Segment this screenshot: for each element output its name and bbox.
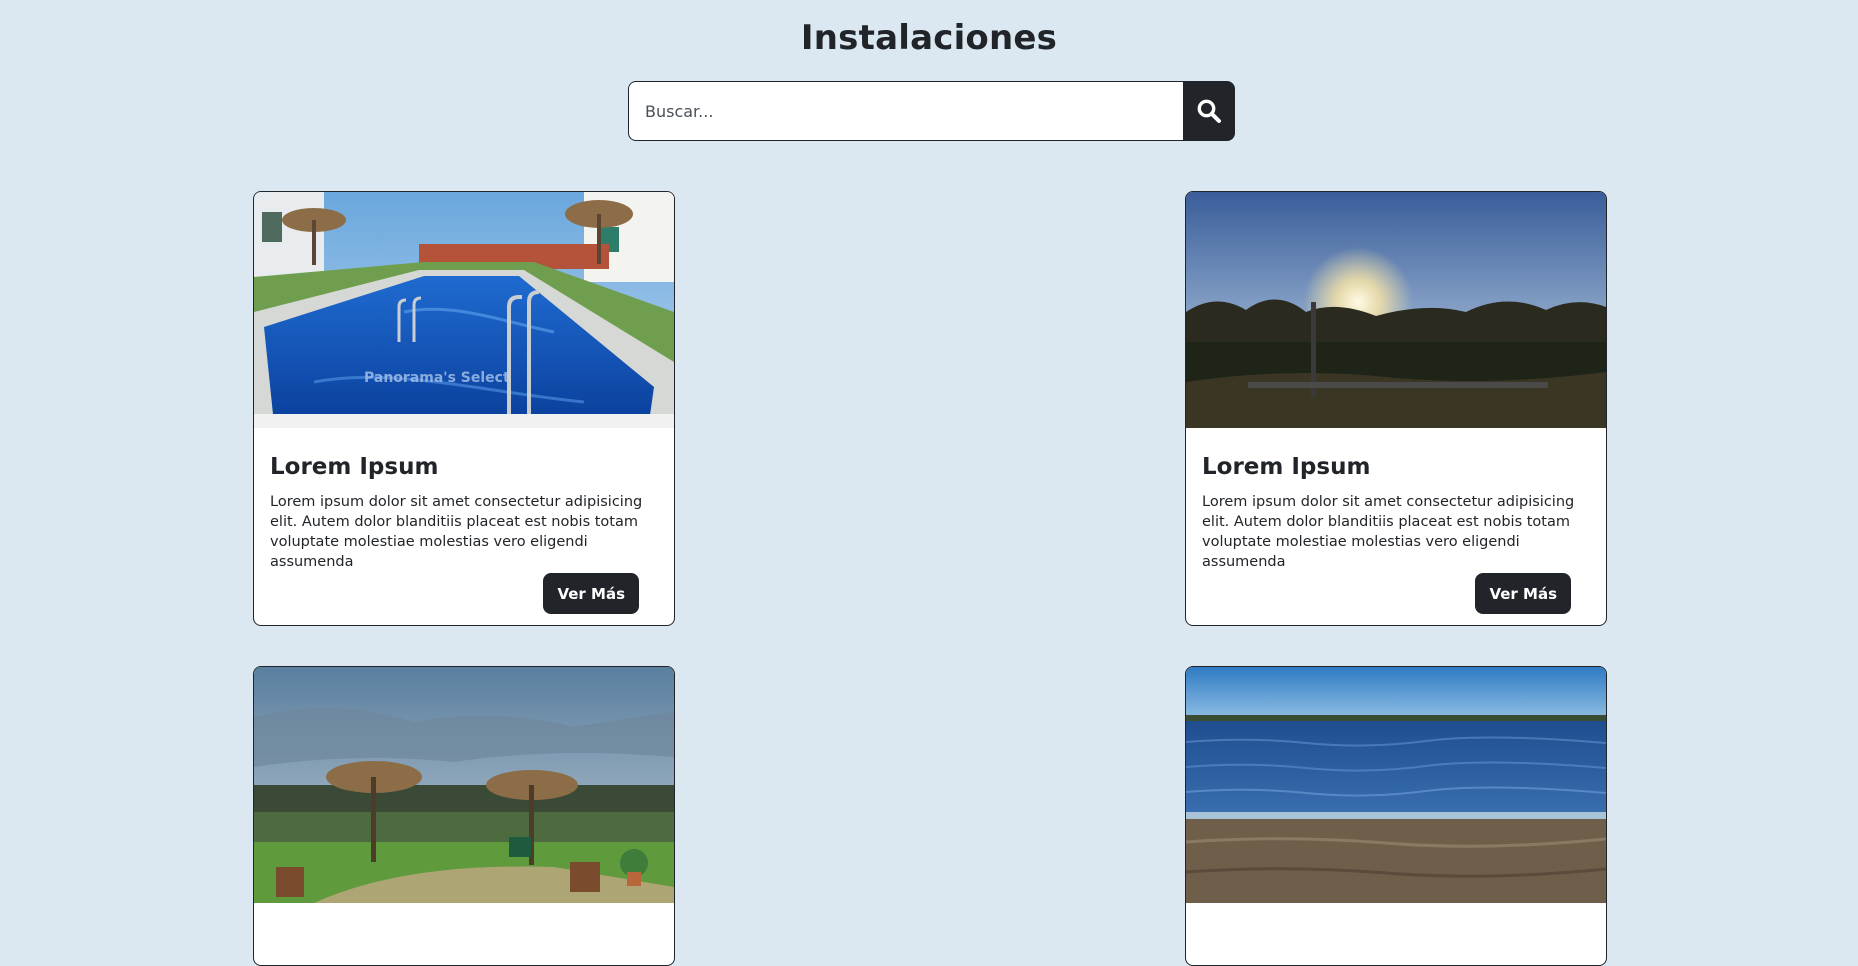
ver-mas-button[interactable]: Ver Más bbox=[543, 573, 639, 614]
lake-shore-photo bbox=[1186, 667, 1606, 903]
card-garden bbox=[253, 666, 675, 966]
search-input[interactable] bbox=[628, 81, 1183, 141]
garden-umbrellas-photo bbox=[254, 667, 674, 903]
card-title: Lorem Ipsum bbox=[270, 454, 439, 480]
ver-mas-button[interactable]: Ver Más bbox=[1475, 573, 1571, 614]
card-sunset: Lorem Ipsum Lorem ipsum dolor sit amet c… bbox=[1185, 191, 1607, 626]
card-lake bbox=[1185, 666, 1607, 966]
search-bar bbox=[628, 81, 1235, 141]
hotel-pool-photo: Panorama's Select bbox=[254, 192, 674, 428]
card-title: Lorem Ipsum bbox=[1202, 454, 1371, 480]
search-icon bbox=[1197, 99, 1221, 123]
pool-floor-lettering: Panorama's Select bbox=[364, 370, 510, 386]
sunset-garden-photo bbox=[1186, 192, 1606, 428]
card-pool: Panorama's Select Lorem Ipsum Lorem ipsu… bbox=[253, 191, 675, 626]
card-text: Lorem ipsum dolor sit amet consectetur a… bbox=[1202, 494, 1575, 570]
search-button[interactable] bbox=[1183, 81, 1235, 141]
card-body: Lorem Ipsum Lorem ipsum dolor sit amet c… bbox=[254, 428, 674, 625]
card-body: Lorem Ipsum Lorem ipsum dolor sit amet c… bbox=[1186, 428, 1606, 625]
page-title: Instalaciones bbox=[800, 18, 1058, 58]
card-text: Lorem ipsum dolor sit amet consectetur a… bbox=[270, 494, 643, 570]
